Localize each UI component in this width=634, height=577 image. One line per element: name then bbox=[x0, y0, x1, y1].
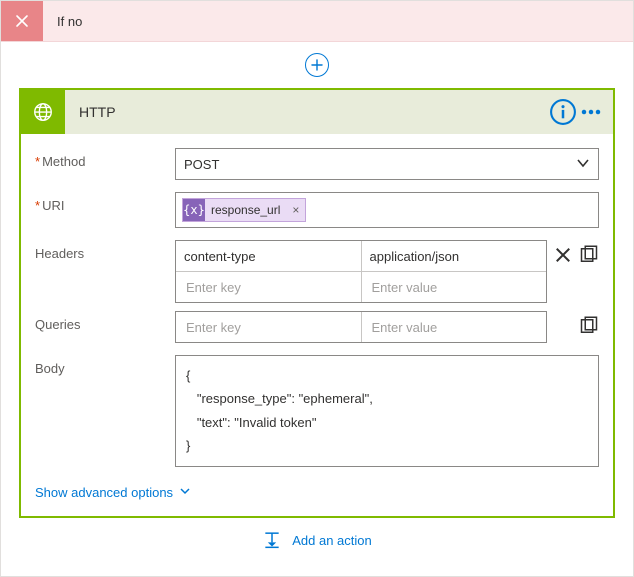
chevron-down-icon bbox=[576, 156, 590, 173]
header-value-input[interactable] bbox=[362, 272, 547, 302]
chevron-down-icon bbox=[179, 485, 191, 500]
http-card-body: *Method POST *URI {x} bbox=[21, 134, 613, 516]
more-menu-button[interactable] bbox=[577, 98, 605, 126]
switch-to-text-mode-button[interactable] bbox=[579, 245, 599, 265]
body-input[interactable]: { "response_type": "ephemeral", "text": … bbox=[175, 355, 599, 467]
expression-icon: {x} bbox=[183, 199, 205, 221]
expression-token[interactable]: {x} response_url × bbox=[182, 198, 306, 222]
queries-row-new bbox=[176, 312, 546, 342]
uri-label: *URI bbox=[35, 192, 175, 213]
add-action-button[interactable]: Add an action bbox=[1, 529, 633, 552]
method-select[interactable]: POST bbox=[175, 148, 599, 180]
http-card-header[interactable]: HTTP bbox=[21, 90, 613, 134]
headers-row-new bbox=[176, 271, 546, 302]
uri-input[interactable]: {x} response_url × bbox=[175, 192, 599, 228]
condition-branch-label: If no bbox=[43, 14, 82, 29]
http-card-title: HTTP bbox=[65, 104, 549, 120]
headers-table: content-type application/json bbox=[175, 240, 547, 303]
remove-token-button[interactable]: × bbox=[286, 203, 305, 217]
switch-to-text-mode-button[interactable] bbox=[579, 316, 599, 336]
info-icon[interactable] bbox=[549, 98, 577, 126]
queries-label: Queries bbox=[35, 311, 175, 332]
globe-icon bbox=[21, 90, 65, 134]
designer-canvas: If no HTTP bbox=[0, 0, 634, 577]
add-action-icon bbox=[262, 529, 282, 552]
header-value-cell[interactable]: application/json bbox=[362, 241, 547, 271]
close-icon bbox=[1, 1, 43, 41]
method-value: POST bbox=[184, 157, 219, 172]
show-advanced-toggle[interactable]: Show advanced options bbox=[35, 485, 191, 500]
insert-step-row bbox=[1, 42, 633, 88]
add-step-button[interactable] bbox=[305, 53, 329, 77]
delete-row-button[interactable] bbox=[553, 245, 573, 265]
query-value-input[interactable] bbox=[362, 312, 547, 342]
headers-row: content-type application/json bbox=[176, 241, 546, 271]
expression-token-text: response_url bbox=[205, 203, 286, 217]
header-key-input[interactable] bbox=[176, 272, 362, 302]
add-action-label: Add an action bbox=[292, 533, 372, 548]
condition-branch-bar: If no bbox=[1, 1, 633, 42]
queries-table bbox=[175, 311, 547, 343]
http-action-card: HTTP *Method POST bbox=[19, 88, 615, 518]
query-key-input[interactable] bbox=[176, 312, 362, 342]
headers-label: Headers bbox=[35, 240, 175, 261]
body-label: Body bbox=[35, 355, 175, 376]
header-key-cell[interactable]: content-type bbox=[176, 241, 362, 271]
method-label: *Method bbox=[35, 148, 175, 169]
